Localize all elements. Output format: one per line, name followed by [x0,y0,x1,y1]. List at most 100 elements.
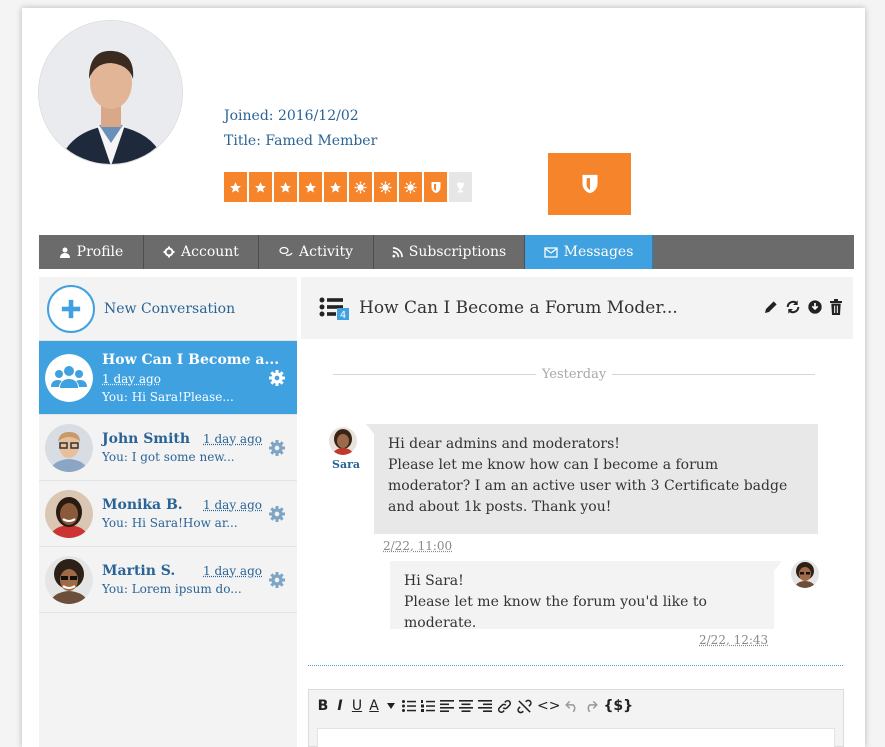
conversation-item[interactable]: Monika B. 1 day ago You: Hi Sara!How ar.… [39,481,297,547]
underline-button[interactable]: U [351,698,363,714]
editor-toolbar: B I U A <> {$} [309,690,843,722]
gear-icon[interactable] [269,505,285,522]
conversation-time[interactable]: 1 day ago [203,432,262,446]
message-text: Please let me know the forum you'd like … [404,594,707,631]
tab-account[interactable]: Account [144,235,259,269]
message-input[interactable] [317,728,835,747]
code-button[interactable]: <> [537,698,560,714]
sun-icon [399,172,422,202]
composer-divider [308,665,843,666]
group-avatar-icon [45,353,93,402]
italic-button[interactable]: I [334,698,346,714]
plus-icon [47,284,95,333]
bold-button[interactable]: B [317,698,329,714]
link-icon[interactable] [497,699,512,714]
conversation-time[interactable]: 1 day ago [102,372,161,386]
profile-tabs: Profile Account Activity Subscriptions M… [39,235,854,269]
rss-icon [392,246,403,258]
conversation-name: Monika B. [102,497,183,513]
star-icon [224,172,247,202]
shield-icon [424,172,447,202]
download-icon[interactable] [807,299,823,315]
tab-profile[interactable]: Profile [39,235,144,269]
font-color-button[interactable]: A [368,698,380,714]
message-text: Please let me know how can I become a fo… [388,457,788,515]
unlink-icon[interactable] [517,699,532,714]
star-icon [274,172,297,202]
user-icon [59,247,70,258]
my-avatar [791,560,819,588]
message-bubble: Hi dear admins and moderators! Please le… [366,424,818,534]
redo-icon[interactable] [584,700,599,712]
envelope-icon [543,246,558,258]
message-editor: B I U A <> {$} [308,689,844,747]
conversation-preview: You: Hi Sara!Please... [102,389,234,404]
profile-avatar [38,20,183,165]
tab-label: Subscriptions [408,244,507,260]
tab-label: Profile [76,244,124,260]
conversation-time[interactable]: 1 day ago [203,564,262,578]
tab-label: Activity [299,244,353,260]
day-separator: Yesterday [333,367,815,382]
bullet-list-icon[interactable] [402,700,416,712]
new-conversation-button[interactable]: New Conversation [39,277,297,341]
sun-icon [374,172,397,202]
caret-down-icon[interactable] [385,703,397,709]
conversation-preview: You: Lorem ipsum do... [102,582,242,596]
gear-icon[interactable] [269,439,285,456]
pencil-icon[interactable] [763,299,779,315]
message-text: Hi Sara! [404,573,464,589]
conversation-pane: 4 How Can I Become a Forum Moder... Yest… [301,277,853,747]
tab-subscriptions[interactable]: Subscriptions [374,235,525,269]
sender-avatar [329,427,357,455]
undo-icon[interactable] [565,700,579,712]
conversation-time[interactable]: 1 day ago [203,498,262,512]
sun-icon [349,172,372,202]
message-text: Hi dear admins and moderators! [388,436,620,452]
joined-date: Joined: 2016/12/02 [224,108,359,124]
badge-row [224,172,472,202]
user-avatar [45,489,93,538]
refresh-icon[interactable] [785,299,801,315]
gear-icon[interactable] [269,571,285,588]
message-timestamp[interactable]: 2/22, 12:43 [699,633,768,647]
conversation-name: How Can I Become a... [102,351,280,368]
numbered-list-icon[interactable] [421,700,435,712]
conversation-preview: You: Hi Sara!How ar... [102,516,238,530]
conversation-actions [763,299,843,315]
participants-list-icon: 4 [319,297,349,320]
member-title: Title: Famed Member [224,133,378,149]
conversation-name: John Smith [102,431,191,447]
sender-name: Sara [332,458,360,471]
conversation-item[interactable]: John Smith 1 day ago You: I got some new… [39,415,297,481]
tab-label: Messages [563,244,634,260]
participants-count: 4 [340,310,346,320]
gear-icon[interactable] [269,369,285,386]
align-left-icon[interactable] [440,700,454,712]
trophy-icon [449,172,472,202]
align-center-icon[interactable] [459,700,473,712]
trash-icon[interactable] [829,299,843,315]
user-avatar [45,555,93,604]
user-avatar [45,423,93,472]
conversation-sidebar: New Conversation How Can I Become a... 1… [39,277,297,747]
align-right-icon[interactable] [478,700,492,712]
conversation-header: 4 How Can I Become a Forum Moder... [301,277,853,339]
shortcode-button[interactable]: {$} [603,698,633,714]
gear-icon [163,246,175,258]
day-separator-label: Yesterday [541,367,607,382]
conversation-item[interactable]: How Can I Become a... 1 day ago You: Hi … [39,341,297,415]
conversation-title: How Can I Become a Forum Moder... [359,298,678,318]
star-icon [324,172,347,202]
tab-label: Account [181,244,239,260]
message-timestamp[interactable]: 2/22, 11:00 [383,539,452,553]
star-icon [249,172,272,202]
conversation-preview: You: I got some new... [102,450,235,464]
conversation-name: Martin S. [102,563,176,579]
profile-panel: Joined: 2016/12/02 Title: Famed Member P… [22,8,865,747]
shield-icon [548,153,631,215]
conversation-item[interactable]: Martin S. 1 day ago You: Lorem ipsum do.… [39,547,297,613]
tab-activity[interactable]: Activity [259,235,374,269]
tab-messages[interactable]: Messages [525,235,653,269]
message-bubble: Hi Sara! Please let me know the forum yo… [390,561,782,631]
